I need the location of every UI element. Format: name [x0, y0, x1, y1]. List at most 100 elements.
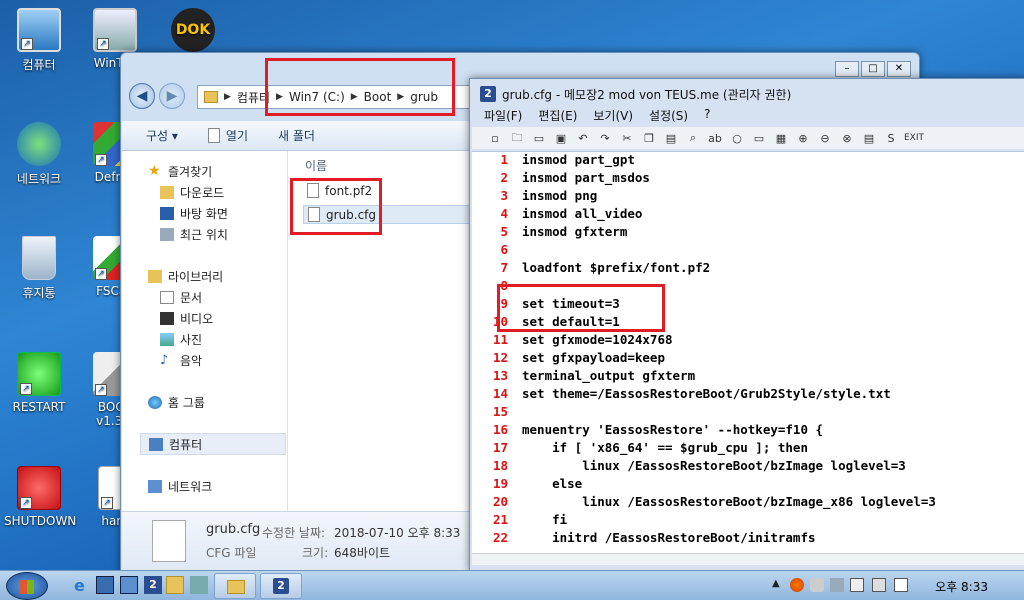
tray-device-icon[interactable]	[872, 578, 886, 592]
nav-downloads[interactable]: 다운로드	[160, 184, 224, 201]
desktop-icon-recycle-bin[interactable]: 휴지통	[4, 236, 74, 301]
chevron-right-icon: ▶	[224, 92, 231, 102]
desktop-icon-restart[interactable]: ↗ RESTART	[4, 352, 74, 414]
organize-button[interactable]: 구성 ▾	[146, 127, 178, 144]
tray-network-icon[interactable]	[850, 578, 864, 592]
exit-button[interactable]: EXIT	[904, 133, 924, 143]
line-number: 14	[492, 386, 508, 401]
nav-label: 라이브러리	[168, 270, 224, 284]
copy-icon[interactable]: ❐	[640, 132, 658, 145]
minimize-icon[interactable]: –	[835, 61, 859, 77]
folder-quick-icon[interactable]	[166, 576, 184, 594]
notepad-quick-icon[interactable]: 2	[144, 576, 162, 594]
desktop-icon-shutdown[interactable]: ↗ SHUTDOWN	[4, 466, 76, 528]
close-icon[interactable]: ✕	[887, 61, 911, 77]
editor-area[interactable]: 1 2 3 4 5 6 7 8 9 10 11 12 13 14 15 16 1…	[472, 151, 1024, 565]
save-icon[interactable]: ▣	[552, 132, 570, 145]
globe-icon	[17, 122, 61, 166]
cut-icon[interactable]: ✂	[618, 132, 636, 145]
line-number: 17	[492, 440, 508, 455]
nav-pictures[interactable]: 사진	[160, 331, 202, 348]
nav-libraries[interactable]: 라이브러리	[148, 268, 223, 285]
window-title-bar[interactable]: 2 grub.cfg - 메모장2 mod von TEUS.me (관리자 권…	[470, 79, 1024, 109]
horizontal-scrollbar[interactable]	[472, 553, 1024, 565]
highlight-box-timeout	[497, 284, 665, 332]
menu-help[interactable]: ?	[704, 107, 710, 127]
pin-icon[interactable]	[190, 576, 208, 594]
whitespace-icon[interactable]: ▭	[750, 132, 768, 145]
tray-key-icon[interactable]	[830, 578, 844, 592]
menu-settings[interactable]: 설정(S)	[649, 107, 688, 127]
monitor-icon[interactable]	[96, 576, 114, 594]
line-number: 12	[492, 350, 508, 365]
code-line: insmod all_video	[522, 206, 643, 221]
back-button[interactable]: ◀	[129, 83, 155, 109]
start-button[interactable]	[6, 572, 48, 600]
tray-action-center-icon[interactable]	[894, 578, 908, 592]
zoom-out-icon[interactable]: ⊖	[816, 132, 834, 145]
details-modified-value: 2018-07-10 오후 8:33	[334, 526, 461, 540]
tray-shield-icon[interactable]	[810, 578, 824, 592]
code-line: terminal_output gfxterm	[522, 368, 696, 383]
nav-videos[interactable]: 비디오	[160, 310, 213, 327]
code-line: set gfxpayload=keep	[522, 350, 665, 365]
find-icon[interactable]: ⌕	[684, 131, 702, 145]
line-number: 7	[500, 260, 508, 275]
taskbar-explorer[interactable]	[214, 573, 256, 599]
word-wrap-icon[interactable]: ○	[728, 132, 746, 145]
scheme-icon[interactable]: ⊗	[838, 132, 856, 145]
code-line: if [ 'x86_64' == $grub_cpu ]; then	[522, 440, 808, 455]
nav-music[interactable]: ♪ 음악	[160, 352, 202, 369]
nav-desktop[interactable]: 바탕 화면	[160, 205, 228, 222]
menu-file[interactable]: 파일(F)	[484, 107, 522, 127]
replace-icon[interactable]: ab	[706, 132, 724, 145]
code-line: loadfont $prefix/font.pf2	[522, 260, 711, 275]
taskbar-notepad[interactable]: 2	[260, 573, 302, 599]
desktop-icon-computer[interactable]: ↗ 컴퓨터	[4, 8, 74, 73]
redo-icon[interactable]: ↷	[596, 132, 614, 145]
line-numbers-icon[interactable]: ▦	[772, 132, 790, 145]
download-folder-icon	[160, 186, 174, 199]
homegroup-icon	[148, 396, 162, 409]
desktop-icon-dok[interactable]: DOK	[158, 8, 228, 56]
folder-icon	[227, 580, 245, 594]
tray-flag-icon[interactable]	[790, 578, 804, 592]
nav-recent[interactable]: 최근 위치	[160, 226, 228, 243]
undo-icon[interactable]: ↶	[574, 132, 592, 145]
line-number-gutter: 1 2 3 4 5 6 7 8 9 10 11 12 13 14 15 16 1…	[472, 152, 514, 551]
notepad-toolbar: ▫ 🗀 ▭ ▣ ↶ ↷ ✂ ❐ ▤ ⌕ ab ○ ▭ ▦ ⊕ ⊖ ⊗ ▤ S E…	[472, 127, 1024, 149]
tray-up-arrow-icon[interactable]: ▲	[772, 578, 786, 592]
open-label: 열기	[225, 129, 249, 143]
code-line: else	[522, 476, 583, 491]
taskbar: e 2 2 ▲ 오후 8:33	[0, 570, 1024, 600]
window-icon[interactable]	[120, 576, 138, 594]
nav-favorites[interactable]: ★ 즐겨찾기	[148, 163, 212, 180]
clock[interactable]: 오후 8:33	[935, 578, 988, 595]
paste-icon[interactable]: ▤	[662, 132, 680, 145]
s-button[interactable]: S	[882, 132, 900, 145]
desktop-icon-network[interactable]: 네트워크	[4, 122, 74, 187]
nav-documents[interactable]: 문서	[160, 289, 202, 306]
zoom-in-icon[interactable]: ⊕	[794, 132, 812, 145]
settings-icon[interactable]: ▤	[860, 132, 878, 145]
nav-label: 사진	[180, 333, 203, 347]
new-folder-button[interactable]: 새 폴더	[278, 127, 315, 144]
new-file-icon[interactable]: ▫	[486, 132, 504, 145]
open-button[interactable]: 열기	[207, 127, 249, 144]
ie-icon[interactable]: e	[74, 576, 92, 595]
line-number: 11	[492, 332, 508, 347]
nav-homegroup[interactable]: 홈 그룹	[148, 394, 205, 411]
maximize-icon[interactable]: □	[861, 61, 885, 77]
power-icon: ↗	[17, 466, 61, 510]
browse-icon[interactable]: ▭	[530, 132, 548, 145]
desktop-icon-label: 휴지통	[22, 286, 56, 300]
open-folder-icon[interactable]: 🗀	[508, 129, 526, 148]
forward-button[interactable]: ▶	[159, 83, 185, 109]
menu-view[interactable]: 보기(V)	[593, 107, 633, 127]
line-number: 20	[492, 494, 508, 509]
nav-network[interactable]: 네트워크	[148, 478, 212, 495]
menu-edit[interactable]: 편집(E)	[538, 107, 577, 127]
column-header-name[interactable]: 이름	[305, 157, 327, 174]
details-size-label: 크기:	[302, 546, 329, 560]
nav-computer[interactable]: 컴퓨터	[140, 433, 286, 455]
